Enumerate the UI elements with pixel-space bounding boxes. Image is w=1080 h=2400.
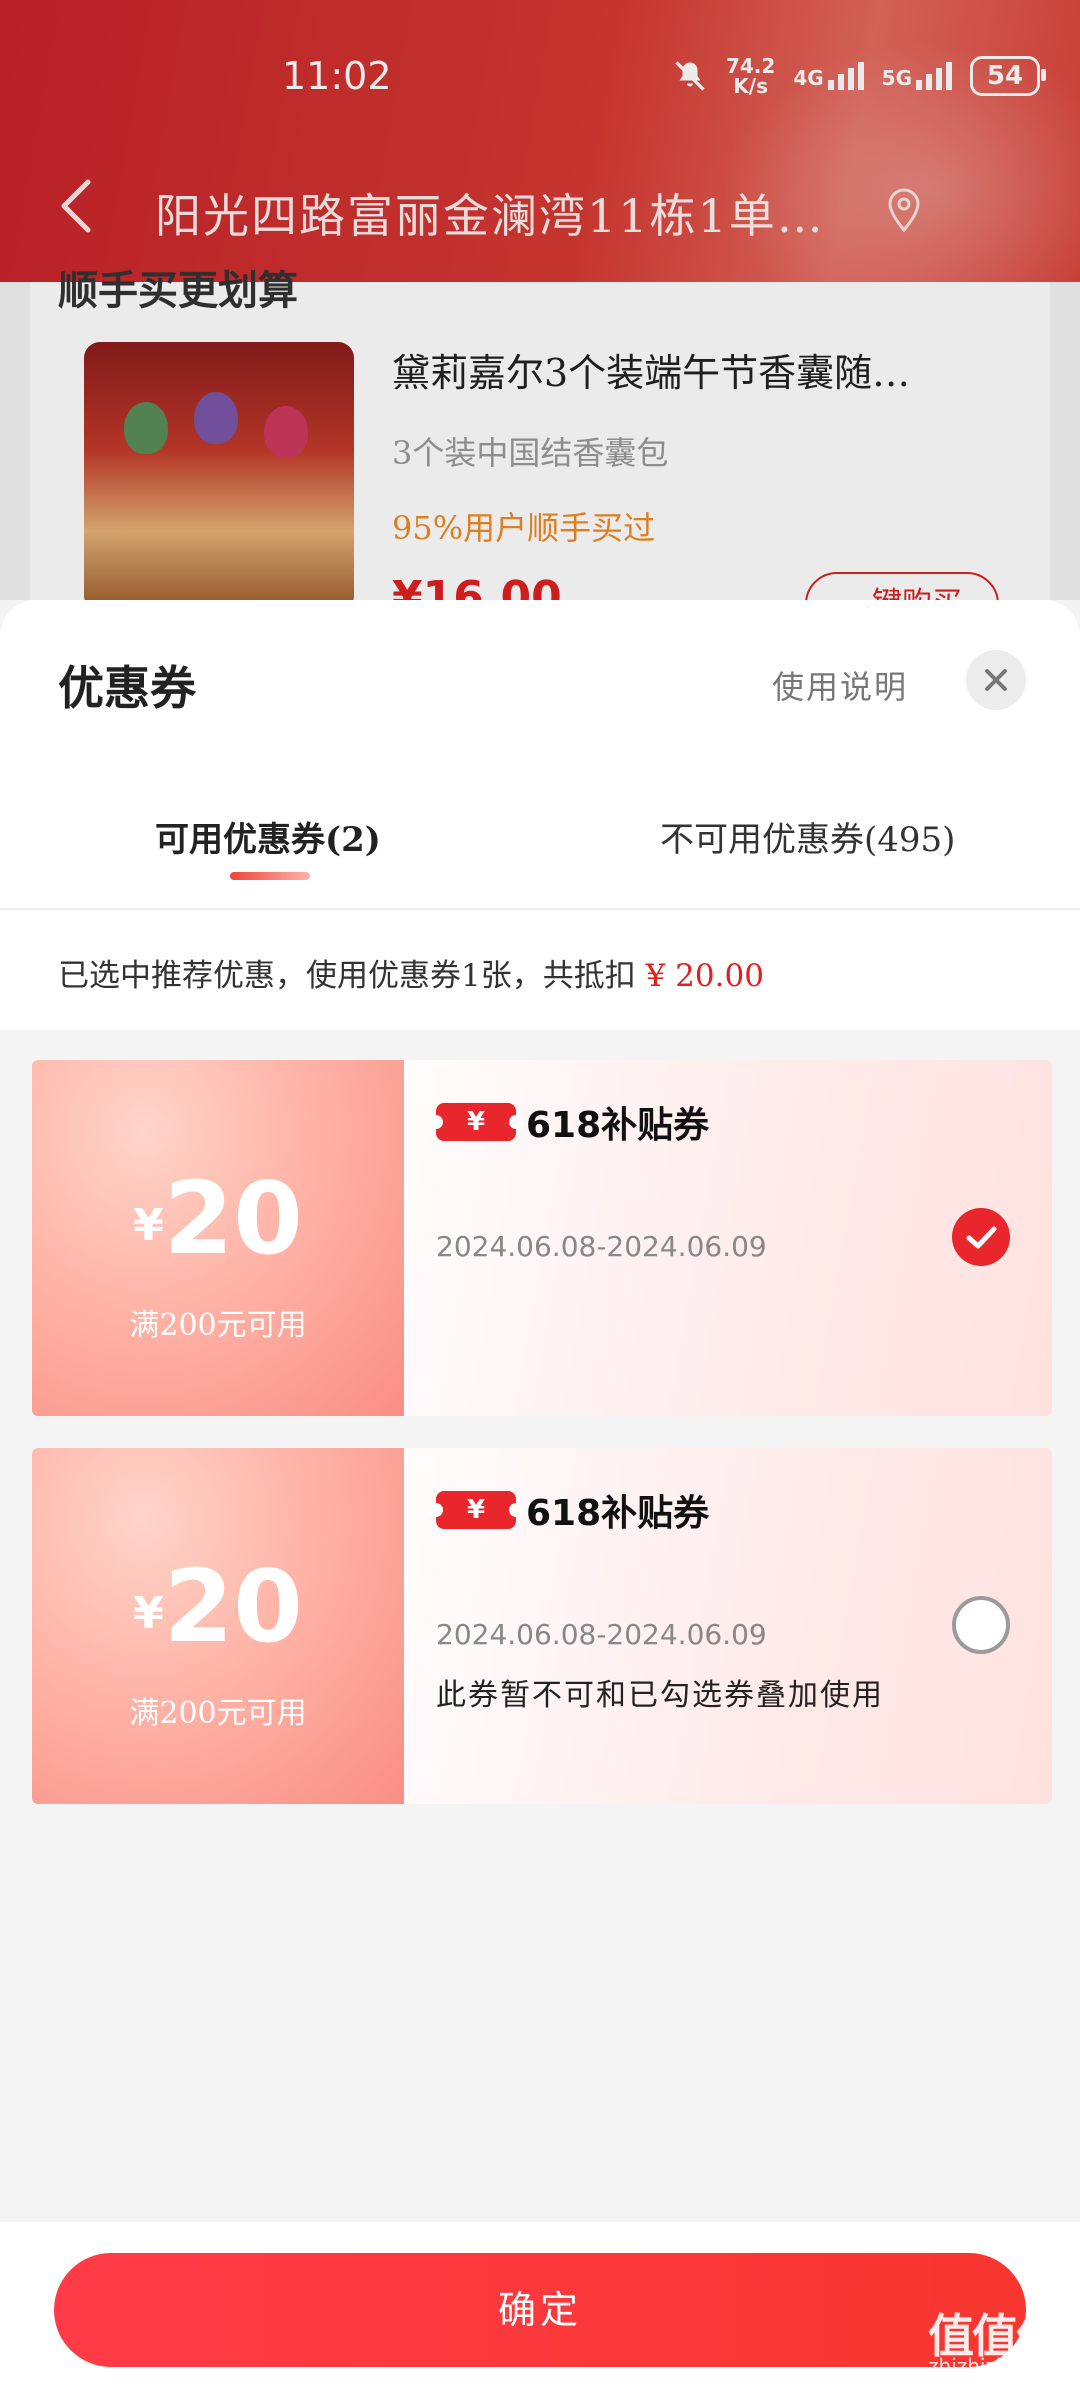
check-icon — [966, 1226, 997, 1249]
coupon-amount-value: 20 — [163, 1548, 303, 1665]
coupon-name: 618补贴券 — [526, 1105, 710, 1146]
coupon-amount-value: 20 — [163, 1160, 303, 1277]
coupon-amount: ¥20 — [32, 1160, 404, 1277]
coupon-value-panel: ¥20 满200元可用 — [32, 1448, 404, 1804]
modal-overlay[interactable] — [0, 0, 1080, 600]
summary-amount: ¥ 20.00 — [645, 958, 764, 994]
coupon-checkbox-unchecked[interactable] — [952, 1596, 1010, 1654]
usage-instructions-link[interactable]: 使用说明 — [772, 662, 908, 708]
active-tab-indicator — [230, 872, 310, 880]
coupon-sheet: 优惠券 使用说明 可用优惠券(2) 不可用优惠券(495) 已选中推荐优惠，使用… — [0, 600, 1080, 2400]
coupon-name: 618补贴券 — [526, 1493, 710, 1534]
coupon-ticket-icon: ¥ — [429, 1103, 523, 1141]
coupon-condition: 满200元可用 — [129, 1696, 307, 1731]
coupon-condition: 满200元可用 — [129, 1308, 307, 1343]
sheet-title: 优惠券 — [58, 661, 196, 715]
coupon-currency: ¥ — [133, 1200, 164, 1251]
coupon-badge: ¥ 618补贴券 — [429, 1096, 710, 1148]
coupon-validity: 2024.06.08-2024.06.09 — [436, 1618, 767, 1651]
close-button[interactable] — [966, 650, 1026, 710]
selection-summary: 已选中推荐优惠，使用优惠券1张，共抵扣 ¥ 20.00 — [58, 950, 764, 995]
coupon-value-panel: ¥20 满200元可用 — [32, 1060, 404, 1416]
coupon-badge: ¥ 618补贴券 — [429, 1484, 710, 1536]
coupon-card[interactable]: ¥20 满200元可用 ¥ 618补贴券 2024.06.08-2024.06.… — [32, 1448, 1052, 1804]
coupon-amount: ¥20 — [32, 1548, 404, 1665]
coupon-ticket-icon: ¥ — [429, 1491, 523, 1529]
coupon-currency: ¥ — [133, 1588, 164, 1639]
tab-available-coupons[interactable]: 可用优惠券(2) — [155, 812, 381, 861]
watermark-site: zhizhizhi.com — [928, 2354, 1064, 2378]
coupon-card[interactable]: ¥20 满200元可用 ¥ 618补贴券 2024.06.08-2024.06.… — [32, 1060, 1052, 1416]
coupon-validity: 2024.06.08-2024.06.09 — [436, 1230, 767, 1263]
close-icon — [985, 669, 1007, 691]
confirm-button[interactable]: 确定 — [54, 2253, 1026, 2367]
summary-text: 已选中推荐优惠，使用优惠券1张，共抵扣 — [58, 958, 636, 994]
tab-unavailable-coupons[interactable]: 不可用优惠券(495) — [660, 812, 955, 861]
divider — [0, 908, 1080, 910]
coupon-note: 此券暂不可和已勾选券叠加使用 — [436, 1678, 884, 1713]
coupon-checkbox-checked[interactable] — [952, 1208, 1010, 1266]
